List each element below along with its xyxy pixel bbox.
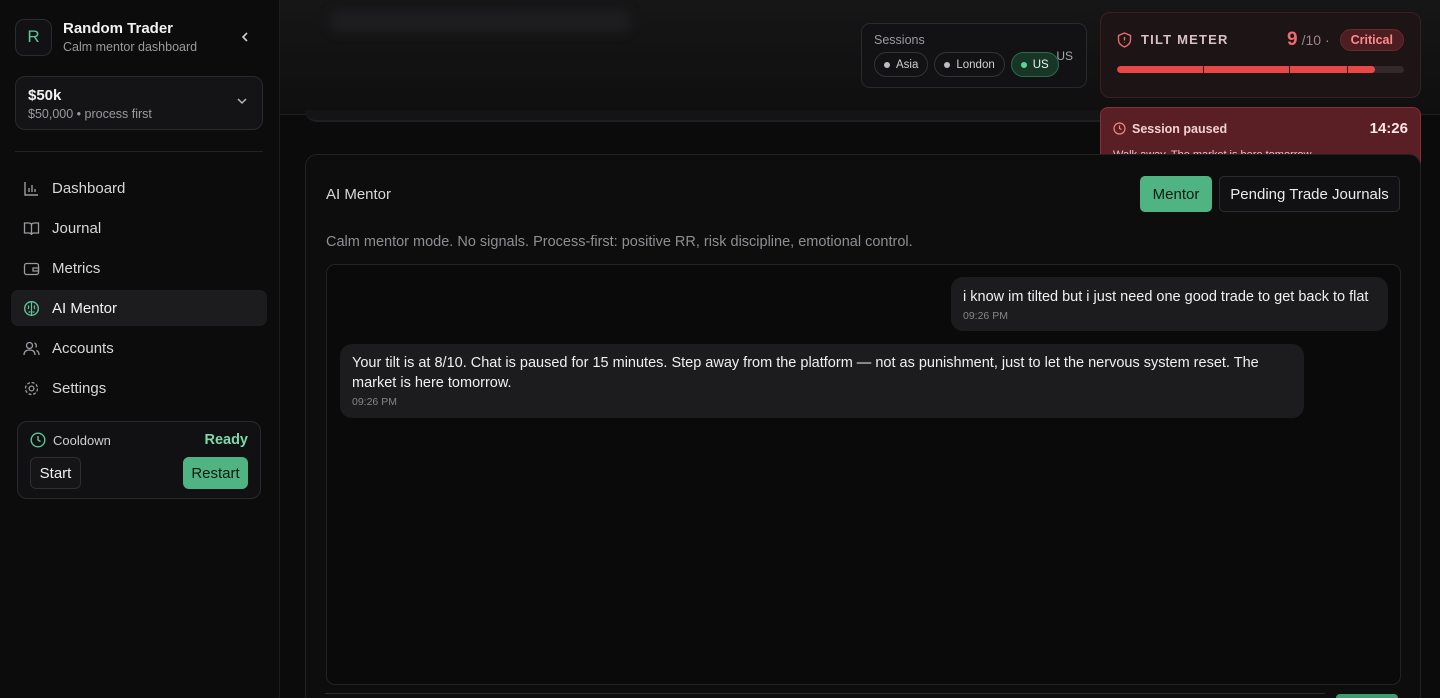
brand-header: R Random Trader Calm mentor dashboard	[15, 17, 265, 57]
sessions-card: Sessions Asia London US US	[861, 23, 1087, 88]
sidebar-item-settings[interactable]: Settings	[11, 370, 267, 406]
message-text: i know im tilted but i just need one goo…	[963, 289, 1369, 305]
avatar: R	[15, 18, 52, 56]
sidebar-divider	[15, 151, 263, 152]
ai-mentor-panel: AI Mentor Mentor Pending Trade Journals …	[305, 154, 1421, 698]
cooldown-card: Cooldown Ready Start Restart	[17, 421, 261, 499]
restart-button[interactable]: Restart	[183, 457, 248, 489]
collapse-sidebar-button[interactable]	[235, 27, 255, 47]
send-button-edge[interactable]	[1336, 694, 1398, 698]
chat-input-edge[interactable]	[325, 693, 1325, 698]
message-time: 09:26 PM	[963, 310, 1008, 322]
header-card-edge	[305, 110, 1120, 122]
tilt-tick	[1346, 66, 1348, 73]
sidebar-item-journal[interactable]: Journal	[11, 210, 267, 246]
chat-window[interactable]: i know im tilted but i just need one goo…	[326, 264, 1401, 685]
pause-countdown: 14:26	[1369, 120, 1408, 137]
dot-icon	[1020, 61, 1027, 68]
message-text: Your tilt is at 8/10. Chat is paused for…	[352, 355, 1259, 391]
brand-name: Random Trader	[63, 20, 174, 37]
tilt-progress-fill	[1117, 66, 1376, 73]
tilt-tick	[1203, 66, 1205, 73]
user-message: i know im tilted but i just need one goo…	[951, 277, 1388, 331]
book-icon	[23, 220, 40, 237]
account-subtitle: $50,000 • process first	[28, 107, 152, 121]
tilt-tick	[1289, 66, 1291, 73]
sidebar-item-ai-mentor[interactable]: AI Mentor	[11, 290, 267, 326]
panel-title: AI Mentor	[326, 186, 392, 203]
sessions-label: Sessions	[874, 33, 925, 47]
blurred-header-title	[330, 10, 630, 32]
tilt-score: 9	[1287, 28, 1298, 50]
chip-label: US	[1032, 58, 1049, 71]
panel-description: Calm mentor mode. No signals. Process-fi…	[326, 234, 913, 250]
assistant-message: Your tilt is at 8/10. Chat is paused for…	[340, 344, 1304, 418]
chip-label: Asia	[896, 58, 919, 71]
session-chip-london[interactable]: London	[934, 52, 1005, 77]
clock-icon	[1113, 122, 1126, 135]
brand-subtitle: Calm mentor dashboard	[63, 40, 198, 54]
account-title: $50k	[28, 87, 62, 104]
cooldown-status: Ready	[204, 432, 248, 448]
tab-mentor[interactable]: Mentor	[1140, 176, 1212, 212]
dot-icon	[884, 61, 890, 68]
sidebar: R Random Trader Calm mentor dashboard $5…	[0, 0, 280, 698]
clock-icon	[30, 432, 46, 448]
message-time: 09:26 PM	[352, 396, 397, 408]
chip-label: London	[956, 58, 995, 71]
sidebar-item-label: AI Mentor	[52, 299, 118, 317]
tilt-max: /10 ·	[1301, 31, 1330, 48]
tilt-meter: TILT METER 9 /10 · Critical	[1100, 12, 1421, 98]
brain-icon	[23, 300, 40, 317]
sidebar-nav: Dashboard Journal Metrics AI Mentor Acco…	[11, 170, 267, 410]
shield-icon	[1117, 31, 1132, 48]
wallet-icon	[23, 260, 40, 277]
account-selector[interactable]: $50k $50,000 • process first	[15, 76, 263, 130]
sidebar-item-metrics[interactable]: Metrics	[11, 250, 267, 286]
sidebar-item-label: Accounts	[52, 339, 114, 357]
session-chip-asia[interactable]: Asia	[874, 52, 929, 77]
dot-icon	[944, 61, 951, 68]
sidebar-item-label: Dashboard	[52, 179, 126, 197]
sidebar-item-label: Settings	[52, 379, 107, 397]
current-session: US	[1056, 49, 1073, 63]
sidebar-item-label: Journal	[52, 219, 102, 237]
sidebar-item-accounts[interactable]: Accounts	[11, 330, 267, 366]
tilt-meter-title: TILT METER	[1141, 32, 1229, 47]
cooldown-label: Cooldown	[53, 432, 111, 448]
gear-icon	[23, 380, 40, 397]
session-chip-us[interactable]: US	[1010, 52, 1059, 77]
start-button[interactable]: Start	[30, 457, 81, 489]
chevron-left-icon	[241, 32, 248, 42]
bar-chart-icon	[23, 180, 40, 197]
sidebar-item-label: Metrics	[52, 259, 101, 277]
tab-pending-trade-journals[interactable]: Pending Trade Journals	[1219, 176, 1400, 212]
chevron-down-icon	[237, 98, 247, 105]
users-icon	[23, 340, 40, 357]
pause-title: Session paused	[1132, 121, 1228, 136]
sidebar-item-dashboard[interactable]: Dashboard	[11, 170, 267, 206]
status-badge: Critical	[1339, 28, 1404, 51]
tilt-progress-bar	[1117, 66, 1404, 73]
